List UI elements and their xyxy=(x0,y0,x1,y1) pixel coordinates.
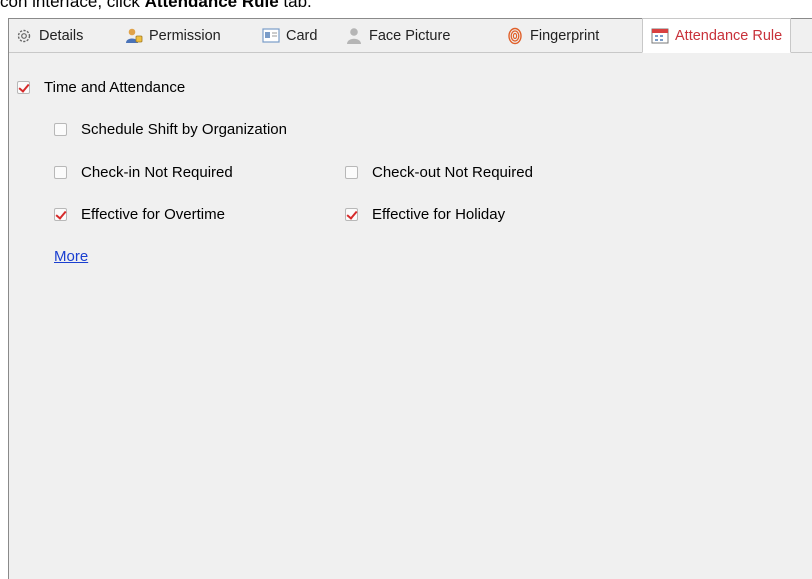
caption-text-end: tab. xyxy=(278,0,312,11)
tab-permission-label: Permission xyxy=(149,27,221,44)
schedule-shift-label: Schedule Shift by Organization xyxy=(81,121,287,138)
gear-icon xyxy=(15,27,33,45)
instruction-caption: con interface, click Attendance Rule tab… xyxy=(0,0,812,12)
tab-details-label: Details xyxy=(39,27,84,44)
checkout-not-required-option[interactable]: Check-out Not Required xyxy=(345,164,533,181)
more-link[interactable]: More xyxy=(54,248,88,265)
tab-bar: Details Permission Card Face Picture Fin xyxy=(9,18,812,53)
schedule-shift-option[interactable]: Schedule Shift by Organization xyxy=(54,121,287,138)
effective-overtime-option[interactable]: Effective for Overtime xyxy=(54,206,225,223)
tab-permission[interactable]: Permission xyxy=(125,19,221,52)
card-icon xyxy=(262,27,280,45)
fingerprint-icon xyxy=(506,27,524,45)
effective-overtime-label: Effective for Overtime xyxy=(81,206,225,223)
time-attendance-label: Time and Attendance xyxy=(44,79,186,96)
tab-face-picture-label: Face Picture xyxy=(369,27,451,44)
attendance-rule-content: Time and Attendance Schedule Shift by Or… xyxy=(9,53,812,579)
caption-bold: Attendance Rule xyxy=(144,0,279,11)
calendar-icon xyxy=(651,27,669,45)
checkin-not-required-checkbox[interactable] xyxy=(54,166,67,179)
tab-card[interactable]: Card xyxy=(262,19,317,52)
schedule-shift-checkbox[interactable] xyxy=(54,123,67,136)
user-permission-icon xyxy=(125,27,143,45)
tab-details[interactable]: Details xyxy=(15,19,83,52)
tab-card-label: Card xyxy=(286,27,318,44)
tab-attendance-rule[interactable]: Attendance Rule xyxy=(642,18,792,53)
person-dialog-panel: Details Permission Card Face Picture Fin xyxy=(8,18,812,579)
checkout-not-required-checkbox[interactable] xyxy=(345,166,358,179)
tab-attendance-rule-label: Attendance Rule xyxy=(675,27,783,44)
tab-fingerprint-label: Fingerprint xyxy=(530,27,600,44)
tab-face-picture[interactable]: Face Picture xyxy=(345,19,450,52)
caption-text: con interface, click xyxy=(0,0,145,11)
checkin-not-required-label: Check-in Not Required xyxy=(81,164,233,181)
effective-holiday-label: Effective for Holiday xyxy=(372,206,506,223)
checkout-not-required-label: Check-out Not Required xyxy=(372,164,533,181)
checkin-not-required-option[interactable]: Check-in Not Required xyxy=(54,164,233,181)
time-attendance-option[interactable]: Time and Attendance xyxy=(17,79,185,96)
person-icon xyxy=(345,27,363,45)
effective-holiday-checkbox[interactable] xyxy=(345,208,358,221)
effective-overtime-checkbox[interactable] xyxy=(54,208,67,221)
time-attendance-checkbox[interactable] xyxy=(17,81,30,94)
tab-fingerprint[interactable]: Fingerprint xyxy=(506,19,599,52)
effective-holiday-option[interactable]: Effective for Holiday xyxy=(345,206,505,223)
